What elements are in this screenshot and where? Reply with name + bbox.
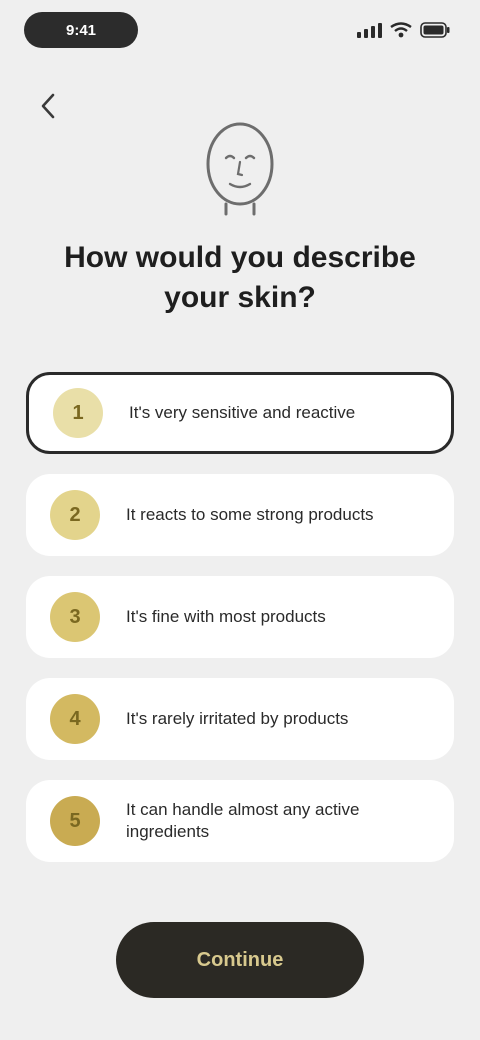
- face-outline-icon: [206, 122, 274, 216]
- status-time-pill: 9:41: [24, 12, 138, 48]
- option-card-2[interactable]: 2 It reacts to some strong products: [26, 474, 454, 556]
- status-bar: 9:41: [0, 0, 480, 60]
- options-list: 1 It's very sensitive and reactive 2 It …: [26, 372, 454, 882]
- option-label: It can handle almost any active ingredie…: [126, 800, 360, 841]
- screen: 9:41 How would you describe your skin? 1…: [0, 0, 480, 1040]
- status-time: 9:41: [65, 21, 97, 39]
- chevron-left-icon: [41, 93, 55, 119]
- continue-button-label: Continue: [196, 948, 284, 971]
- continue-button[interactable]: Continue: [116, 922, 364, 998]
- option-label: It's rarely irritated by products: [126, 709, 349, 728]
- option-label: It's fine with most products: [126, 607, 326, 626]
- option-bullet: 2: [50, 490, 100, 540]
- option-card-3[interactable]: 3 It's fine with most products: [26, 576, 454, 658]
- option-label: It's very sensitive and reactive: [129, 403, 356, 422]
- status-icons: [356, 18, 450, 42]
- option-bullet: 1: [53, 388, 103, 438]
- option-label: It reacts to some strong products: [126, 505, 374, 524]
- back-button[interactable]: [28, 86, 68, 126]
- battery-icon: [420, 22, 450, 38]
- option-bullet: 3: [50, 592, 100, 642]
- option-card-5[interactable]: 5 It can handle almost any active ingred…: [26, 780, 454, 862]
- page-title: How would you describe your skin?: [64, 241, 416, 314]
- signal-icon: [357, 23, 382, 38]
- wifi-icon: [390, 22, 412, 38]
- option-bullet: 5: [50, 796, 100, 846]
- option-card-1[interactable]: 1 It's very sensitive and reactive: [26, 372, 454, 454]
- option-card-4[interactable]: 4 It's rarely irritated by products: [26, 678, 454, 760]
- option-bullet: 4: [50, 694, 100, 744]
